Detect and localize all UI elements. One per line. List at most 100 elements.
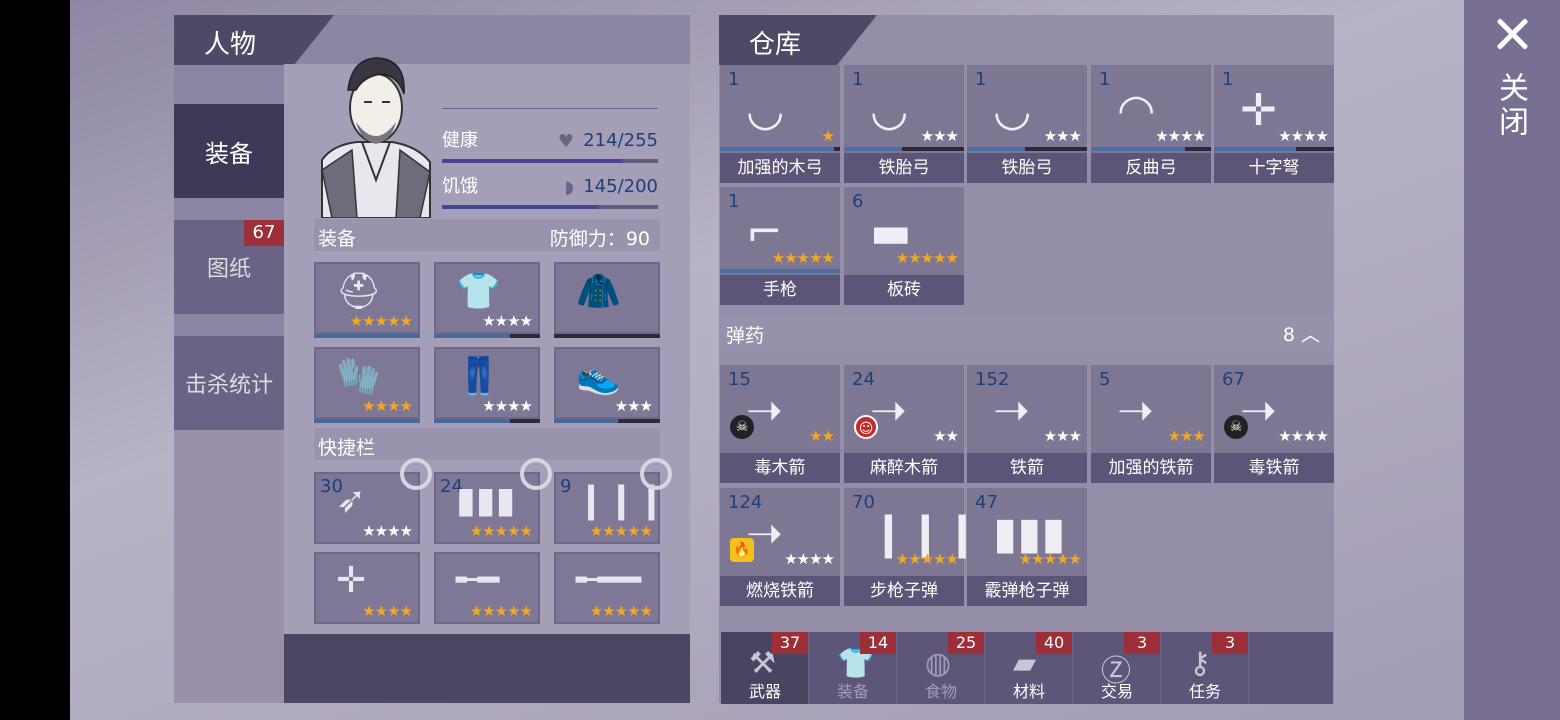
hunger-stat: 饥饿 ◗ 145/200 (442, 172, 658, 212)
health-value: 214/255 (583, 130, 658, 151)
item-name: 加强的木弓 (720, 153, 840, 183)
equip-slot-shirt[interactable]: 👕 ★★★★ (434, 262, 540, 338)
category-tab-weapon[interactable]: ⚒ 武器 37 (721, 632, 809, 704)
star-rating: ★★★★★ (771, 249, 835, 267)
equip-slot-jacket[interactable]: 🧥 (554, 262, 660, 338)
tab-equipment-label: 装备 (205, 139, 253, 168)
warehouse-item[interactable]: 67 ➝ ☠ ★★★★ 毒铁箭 (1214, 365, 1334, 483)
quick-slot[interactable]: 24 ▮▮▮ ★★★★★ (434, 458, 552, 544)
warehouse-item[interactable]: 24 ➝ ☺ ★★ 麻醉木箭 (844, 365, 964, 483)
equip-slot-shoes[interactable]: 👟 ★★★ (554, 347, 660, 423)
warehouse-item[interactable]: 1 ◡ ★★★ 铁胎弓 (967, 65, 1087, 183)
warehouse-item[interactable]: 1 ◠ ★★★★ 反曲弓 (1091, 65, 1211, 183)
item-count: 1 (1222, 69, 1234, 90)
character-panel-header: 人物 (174, 15, 334, 65)
item-name: 毒铁箭 (1214, 453, 1334, 483)
ammo-section-toggle[interactable]: 8 ︿ (1283, 320, 1320, 347)
swap-icon[interactable] (400, 458, 432, 490)
star-rating: ★★★★ (362, 397, 413, 415)
equipment-section-label: 装备 (318, 228, 357, 250)
category-tab-material[interactable]: ▰ 材料 40 (985, 632, 1073, 704)
warehouse-item[interactable]: 1 ✛ ★★★★ 十字弩 (1214, 65, 1334, 183)
equip-slot-helmet[interactable]: ⛑ ★★★★★ (314, 262, 420, 338)
quick-slot[interactable]: ╾━ ★★★★★ (434, 552, 540, 624)
category-count-badge: 3 (1124, 632, 1160, 654)
star-rating: ★★★★ (1278, 127, 1329, 145)
star-rating: ★★★ (920, 127, 959, 145)
item-count: 6 (852, 191, 864, 212)
swap-icon[interactable] (520, 458, 552, 490)
star-rating: ★★★★★ (895, 550, 959, 568)
defense-label: 防御力： (549, 228, 626, 250)
defense-readout: 防御力：90 (550, 224, 650, 251)
star-rating: ★★★★ (1155, 127, 1206, 145)
item-name: 板砖 (844, 275, 964, 305)
quick-slot[interactable]: ╾━━ ★★★★★ (554, 552, 660, 624)
star-rating: ★★ (933, 427, 959, 445)
side-tabs-filler (174, 430, 284, 703)
warehouse-item[interactable]: 5 ➝ ★★★ 加强的铁箭 (1091, 365, 1211, 483)
star-rating: ★★★★ (1278, 427, 1329, 445)
star-rating: ★★★ (614, 397, 653, 415)
item-count: 1 (1099, 69, 1111, 90)
health-bar-fill (442, 159, 624, 163)
bow-icon: ◡ (746, 85, 785, 136)
tab-equipment[interactable]: 装备 (174, 104, 284, 198)
item-name: 加强的铁箭 (1091, 453, 1211, 483)
warehouse-item[interactable]: 70 ❙❙❙ ★★★★★ 步枪子弹 (844, 488, 981, 606)
durability-bar (720, 147, 840, 151)
item-name: 麻醉木箭 (844, 453, 964, 483)
category-label: 食物 (924, 682, 957, 701)
warehouse-item[interactable]: 1 ◡ ★★★ 铁胎弓 (844, 65, 964, 183)
star-rating: ★★ (809, 427, 835, 445)
category-count-badge: 14 (860, 632, 896, 654)
star-rating: ★★★★ (362, 602, 413, 620)
durability-bar (844, 147, 964, 151)
category-tab-key[interactable]: ⚷ 任务 3 (1161, 632, 1249, 704)
category-count-badge: 3 (1212, 632, 1248, 654)
category-tab-shirt[interactable]: 👕 装备 14 (809, 632, 897, 704)
star-rating: ★★★★★ (895, 249, 959, 267)
poison-icon: ☠ (1224, 415, 1248, 439)
star-rating: ★★★★ (482, 397, 533, 415)
swap-icon[interactable] (640, 458, 672, 490)
quick-slot[interactable]: ✛ ★★★★ (314, 552, 420, 624)
equip-slot-pants[interactable]: 👖 ★★★★ (434, 347, 540, 423)
durability-bar (434, 419, 540, 423)
character-portrait (321, 57, 431, 218)
item-count: 1 (975, 69, 987, 90)
durability-bar (554, 419, 660, 423)
star-rating: ★ (821, 127, 835, 145)
warehouse-item[interactable]: 47 ▮▮▮ ★★★★★ 霰弹枪子弹 (967, 488, 1087, 606)
poison-arrow-icon: ➶ (336, 480, 367, 521)
item-count: 1 (728, 191, 740, 212)
durability-bar (967, 147, 1087, 151)
warehouse-item[interactable]: 6 ▬ ★★★★★ 板砖 (844, 187, 964, 305)
sedative-icon: ☺ (854, 415, 878, 439)
close-icon[interactable] (1490, 14, 1534, 58)
equip-slot-gloves[interactable]: 🧤 ★★★★ (314, 347, 420, 423)
category-tab-coin[interactable]: Ⓩ 交易 3 (1073, 632, 1161, 704)
warehouse-item[interactable]: 1 ⌐ ★★★★★ 手枪 (720, 187, 840, 305)
tab-kill-stats[interactable]: 击杀统计 (174, 336, 284, 430)
warehouse-item[interactable]: 1 ◡ ★ 加强的木弓 (720, 65, 840, 183)
quick-slot[interactable]: 9 ❙❙❙ ★★★★★ (554, 458, 672, 544)
warehouse-item[interactable]: 152 ➝ ★★★ 铁箭 (967, 365, 1087, 483)
durability-bar (1091, 147, 1211, 151)
star-rating: ★★★★★ (349, 312, 413, 330)
bow-icon: ◡ (870, 85, 909, 136)
warehouse-item[interactable]: 15 ➝ ☠ ★★ 毒木箭 (720, 365, 840, 483)
ammo-section-header[interactable]: 弹药 8 ︿ (720, 316, 1332, 350)
health-label: 健康 (442, 130, 478, 151)
quick-slot[interactable]: 30 ➶ ★★★★ (314, 458, 432, 544)
crossbow-icon: ✛ (336, 560, 367, 601)
item-name: 反曲弓 (1091, 153, 1211, 183)
star-rating: ★★★★★ (469, 602, 533, 620)
item-name: 步枪子弹 (844, 576, 964, 606)
arrow-icon: ➝ (993, 385, 1030, 436)
close-button-label[interactable]: 关闭 (1492, 72, 1532, 140)
warehouse-item[interactable]: 124 ➝ 🔥 ★★★★ 燃烧铁箭 (720, 488, 840, 606)
category-tab-food[interactable]: ◍ 食物 25 (897, 632, 985, 704)
stomach-icon: ◗ (564, 177, 574, 198)
helmet-icon: ⛑ (336, 271, 382, 312)
